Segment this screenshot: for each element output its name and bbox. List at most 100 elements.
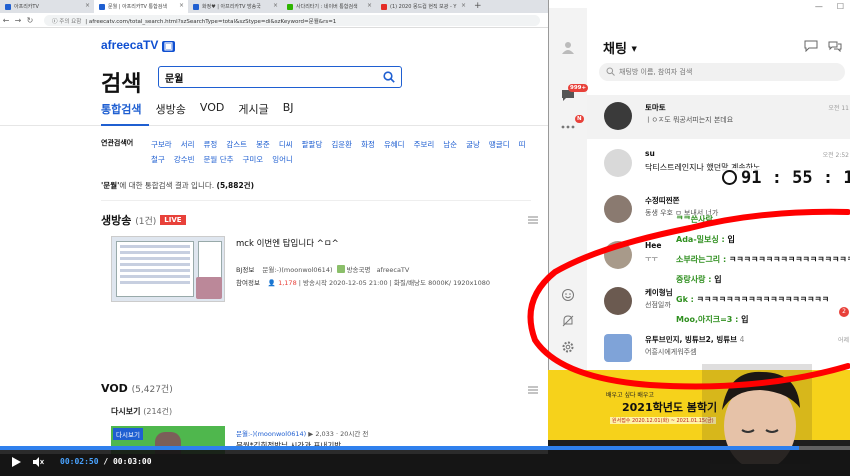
vod-uploader[interactable]: 문월:-)(moonwol0614) [236,430,306,438]
related-keyword[interactable]: 남순 [443,137,457,152]
active-tab-indicator [101,124,149,126]
related-keyword[interactable]: 유혜디 [384,137,405,152]
profile-icon[interactable] [561,40,575,54]
related-keyword[interactable]: 감스트 [226,137,247,152]
related-keyword[interactable]: 굴낭 [466,137,480,152]
new-chat-icon[interactable] [804,40,818,52]
minimize-button[interactable]: — [815,2,823,11]
forward-icon[interactable]: → [12,16,24,25]
related-keyword[interactable]: 팔팔당 [302,137,323,152]
member-count: 4 [739,335,745,344]
chat-room-item[interactable]: 토마토 ㅣㅇㅈ도 뭐공서피는지 본데요 오전 11 [587,95,850,139]
live-title[interactable]: mck 이번엔 탑입니다 ^ㅁ^ [236,237,339,249]
reload-icon[interactable]: ↻ [24,16,36,25]
close-tab-icon[interactable]: × [273,2,278,9]
close-tab-icon[interactable]: × [85,2,90,9]
overlay-chat-line: 소부라는그리 : ㅋㅋㅋㅋㅋㅋㅋㅋㅋㅋㅋㅋㅋㅋㅋㅋㅋㅋ [676,255,850,264]
related-keyword[interactable]: 디씨 [279,137,293,152]
person-icon: 👤 [267,279,277,287]
related-keyword[interactable]: 김윤환 [331,137,352,152]
not-secure-icon[interactable]: ⓘ [52,19,58,25]
filter-icon[interactable] [528,216,538,224]
related-keyword[interactable]: 구미오 [243,152,264,167]
new-tab-button[interactable]: + [470,0,486,13]
avatar [604,287,632,315]
browser-tab-1[interactable]: 문월 | 아프리카TV 통합검색 × [94,0,188,13]
overlay-chat-line: Gk : ㅋㅋㅋㅋㅋㅋㅋㅋㅋㅋㅋㅋㅋㅋㅋㅋㅋㅋ [676,295,830,304]
clock-icon [722,170,737,185]
gear-icon[interactable] [561,340,575,354]
related-keyword[interactable]: 땡글디 [489,137,510,152]
avatar [604,334,632,362]
url-field[interactable]: ⓘ 주의 요함 | afreecatv.com/total_search.html… [44,14,540,26]
overlay-chat-line: 중랑사랑 : 입 [676,275,722,284]
streamer-cam [196,277,222,299]
video-timecode: 00:02:50 / 00:03:00 [60,457,152,466]
afreeca-logo[interactable]: afreecaTV ▣ [101,38,176,52]
tab-posts[interactable]: 게시글 [238,101,268,117]
related-keyword[interactable]: 서리 [181,137,195,152]
related-keyword[interactable]: 화정 [361,137,375,152]
search-icon[interactable] [383,71,395,83]
overlay-chat-line: ᄏᄏ쓴사람 [676,215,713,224]
section-divider [101,200,531,201]
naver-favicon-icon [287,4,293,10]
related-keyword[interactable]: 봉준 [256,137,270,152]
group-chat-icon[interactable] [828,40,842,52]
station-icon [336,265,345,273]
close-tab-icon[interactable]: × [179,2,184,9]
url-text: afreecatv.com/total_search.html?szSearch… [88,18,337,25]
related-keyword[interactable]: 철구 [151,152,165,167]
more-icon[interactable] [561,120,575,134]
afreeca-favicon-icon [193,4,199,10]
security-label: 주의 요함 [59,18,82,25]
maximize-button[interactable]: ☐ [837,2,844,11]
mute-icon[interactable] [32,456,44,468]
avatar [604,102,632,130]
browser-tab-4[interactable]: (1) 2020 몽드컵 현직 보광 - Y × [376,0,470,13]
live-thumbnail[interactable] [111,236,225,302]
avatar [604,149,632,177]
page-title: 검색 [101,72,142,97]
play-icon[interactable] [10,456,22,468]
broadcast-timer: 91 : 55 : 14 [722,168,850,188]
related-keyword[interactable]: 잉어니 [272,152,293,167]
tab-bj[interactable]: BJ [283,101,294,117]
tab-live[interactable]: 생방송 [155,101,185,117]
search-icon [606,67,615,76]
afreeca-favicon-icon [99,4,105,10]
search-input[interactable] [165,68,375,86]
replay-label: 다시보기 [113,428,143,440]
browser-tab-2[interactable]: 화정♥ | 아프리카TV 방송국 × [188,0,282,13]
bell-off-icon[interactable] [561,314,575,328]
tab-total[interactable]: 통합검색 [101,101,141,117]
search-box [158,66,402,88]
station-name[interactable]: afreecaTV [377,266,410,274]
afreeca-favicon-icon [5,4,11,10]
related-keyword[interactable]: 구보라 [151,137,172,152]
filter-icon[interactable] [528,386,538,394]
result-summary: '문월'에 대한 통합검색 결과 입니다. (5,882건) [101,181,255,190]
related-keyword[interactable]: 주보리 [414,137,435,152]
related-keyword[interactable]: 강수빈 [174,152,195,167]
related-keyword[interactable]: 띠 [519,137,526,152]
tab-vod[interactable]: VOD [200,101,224,117]
vod-section-heading: VOD (5,427건) [101,382,173,395]
chat-header-actions [804,40,842,52]
chat-search [599,63,845,81]
chat-search-input[interactable] [619,64,839,80]
close-tab-icon[interactable]: × [367,2,372,9]
vod-meta: 문월:-)(moonwol0614) ▶ 2,033 · 20시간 전 [236,430,369,438]
related-keyword[interactable]: 문월 단추 [204,152,234,167]
chat-title[interactable]: 채팅 ▼ [603,38,637,57]
overlay-chat: ᄏᄏ쓴사람 Ada-밀보싱 : 입 소부라는그리 : ㅋㅋㅋㅋㅋㅋㅋㅋㅋㅋㅋㅋㅋ… [676,210,850,330]
close-tab-icon[interactable]: × [461,2,466,9]
bj-name[interactable]: 문월:-)(moonwol0614) [262,266,332,274]
replay-heading: 다시보기 (214건) [111,407,173,416]
browser-tab-3[interactable]: 사다리타기 : 네이버 통합검색 × [282,0,376,13]
browser-tab-0[interactable]: 아프리카TV × [0,0,94,13]
back-icon[interactable]: ← [0,16,12,25]
related-keyword[interactable]: 류정 [204,137,218,152]
emoji-icon[interactable] [561,288,575,302]
unread-badge: 999+ [568,84,589,92]
